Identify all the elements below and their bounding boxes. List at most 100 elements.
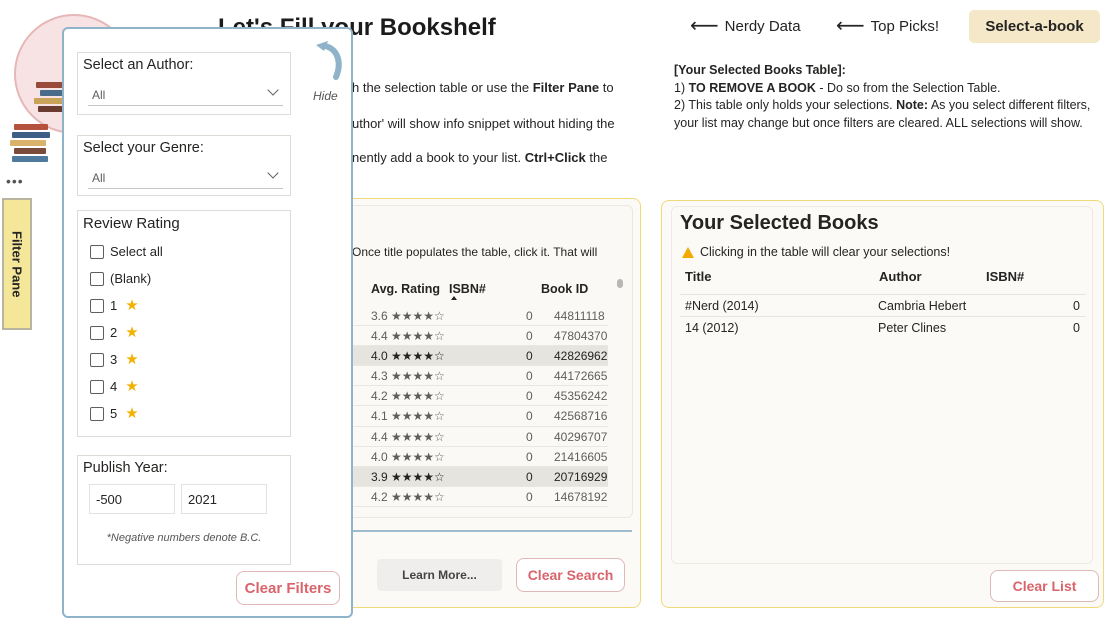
cell-isbn: 0	[526, 469, 533, 484]
author-dropdown[interactable]: All	[88, 82, 283, 106]
chevron-down-icon	[267, 84, 279, 96]
arrow-left-icon: ⟵	[690, 15, 719, 37]
rating-option-4[interactable]: 4 ★	[90, 379, 139, 394]
table-row[interactable]: 4.1 ★★★★☆ 0 42568716	[350, 406, 608, 427]
cell-book-id: 44172665	[554, 369, 608, 384]
cell-isbn: 0	[526, 329, 533, 344]
hide-label[interactable]: Hide	[313, 89, 338, 103]
year-min-input[interactable]: -500	[89, 484, 175, 514]
filter-pane-tab[interactable]: Filter Pane	[2, 198, 32, 330]
selection-hint: Once title populates the table, click it…	[352, 245, 598, 259]
column-header-isbn[interactable]: ISBN#	[986, 269, 1024, 284]
table-row[interactable]: 4.2 ★★★★☆ 0 45356242	[350, 386, 608, 407]
checkbox[interactable]	[90, 352, 104, 367]
cell-isbn: 0	[526, 449, 533, 464]
table-row[interactable]: 3.6 ★★★★☆ 0 44811118	[350, 306, 608, 327]
cell-book-id: 20716929	[554, 469, 608, 484]
cell-rating: 4.0 ★★★★☆	[371, 349, 445, 364]
column-header-rating[interactable]: Avg. Rating	[371, 282, 440, 296]
year-note: *Negative numbers denote B.C.	[106, 532, 262, 544]
learn-more-button[interactable]: Learn More...	[377, 559, 502, 591]
table-row[interactable]: 4.4 ★★★★☆ 0 40296707	[350, 427, 608, 447]
cell-rating: 4.3 ★★★★☆	[371, 369, 445, 384]
column-header-book-id[interactable]: Book ID	[541, 282, 588, 296]
select-a-book-button[interactable]: Select-a-book	[969, 10, 1100, 43]
more-options-icon[interactable]: •••	[6, 173, 24, 189]
nav-top-picks[interactable]: ⟵ Top Picks!	[836, 15, 940, 37]
table-row[interactable]: 4.0 ★★★★☆ 0 42826962	[350, 346, 608, 367]
sort-ascending-icon	[451, 296, 457, 300]
clear-search-button[interactable]: Clear Search	[516, 558, 625, 592]
checkbox[interactable]	[90, 325, 104, 340]
intro-line-3: nently add a book to your list. Ctrl+Cli…	[352, 150, 608, 165]
review-rating-filter: Review Rating Select all (Blank) 1 ★ 2 ★ 3…	[77, 210, 291, 437]
cell-rating: 4.1 ★★★★☆	[371, 409, 445, 424]
publish-year-title: Publish Year:	[83, 460, 168, 476]
table-row[interactable]: 4.2 ★★★★☆ 0 14678192	[350, 487, 608, 507]
cell-book-id: 21416605	[554, 449, 608, 464]
cell-isbn: 0	[526, 489, 533, 504]
genre-filter-title: Select your Genre:	[83, 140, 204, 156]
checkbox[interactable]	[90, 406, 104, 421]
selection-table-rows: 3.6 ★★★★☆ 0 44811118 4.4 ★★★★☆ 0 47804370 4.0 …	[350, 306, 608, 507]
warning-icon	[682, 246, 694, 258]
clear-list-button[interactable]: Clear List	[990, 570, 1099, 602]
star-icon: ★	[125, 323, 139, 341]
arrow-left-icon: ⟵	[836, 15, 865, 37]
publish-year-filter: Publish Year: -500 2021 *Negative number…	[77, 455, 291, 565]
star-icon: ★	[125, 377, 139, 395]
rating-option-5[interactable]: 5 ★	[90, 406, 139, 421]
cell-isbn: 0	[526, 409, 533, 424]
table-row[interactable]: 14 (2012) Peter Clines 0	[680, 316, 1086, 338]
checkbox[interactable]	[90, 298, 104, 313]
rating-option-3[interactable]: 3 ★	[90, 352, 139, 367]
intro-line-2: uthor' will show info snippet without hi…	[352, 116, 615, 131]
cell-book-id: 14678192	[554, 489, 608, 504]
selected-books-instructions: [Your Selected Books Table]: 1) TO REMOV…	[674, 63, 1091, 130]
cell-rating: 3.9 ★★★★☆	[371, 469, 445, 484]
checkbox[interactable]	[90, 271, 104, 286]
author-filter-title: Select an Author:	[83, 57, 194, 73]
cell-book-id: 44811118	[554, 309, 605, 323]
clear-filters-button[interactable]: Clear Filters	[236, 571, 340, 605]
author-filter: Select an Author: All	[77, 52, 291, 115]
genre-dropdown[interactable]: All	[88, 165, 283, 189]
cell-isbn: 0	[526, 389, 533, 404]
intro-line-1: h the selection table or use the Filter …	[352, 80, 614, 95]
cell-book-id: 42568716	[554, 409, 608, 424]
column-header-title[interactable]: Title	[685, 269, 712, 284]
checkbox[interactable]	[90, 379, 104, 394]
nav-label: Top Picks!	[870, 17, 940, 35]
rating-option-select-all[interactable]: Select all	[90, 244, 163, 259]
star-icon: ★	[125, 296, 139, 314]
divider	[350, 530, 632, 532]
selected-books-table	[671, 206, 1093, 564]
genre-filter: Select your Genre: All	[77, 135, 291, 196]
year-max-input[interactable]: 2021	[181, 484, 267, 514]
table-row[interactable]: 4.0 ★★★★☆ 0 21416605	[350, 447, 608, 467]
rating-option-2[interactable]: 2 ★	[90, 325, 139, 340]
cell-book-id: 40296707	[554, 429, 608, 444]
checkbox[interactable]	[90, 244, 104, 259]
cell-isbn: 0	[526, 309, 533, 323]
cell-rating: 4.4 ★★★★☆	[371, 329, 445, 344]
nav-nerdy-data[interactable]: ⟵ Nerdy Data	[690, 15, 801, 37]
cell-rating: 3.6 ★★★★☆	[371, 309, 445, 323]
rating-option-1[interactable]: 1 ★	[90, 298, 139, 313]
cell-isbn: 0	[526, 349, 533, 364]
review-rating-title: Review Rating	[83, 215, 180, 232]
table-row[interactable]: 3.9 ★★★★☆ 0 20716929	[350, 466, 608, 487]
cell-book-id: 47804370	[554, 329, 608, 344]
star-icon: ★	[125, 404, 139, 422]
table-row[interactable]: 4.4 ★★★★☆ 0 47804370	[350, 326, 608, 347]
selection-warning: Clicking in the table will clear your se…	[682, 245, 950, 259]
hide-arrow-icon[interactable]	[310, 37, 344, 87]
table-row[interactable]: 4.3 ★★★★☆ 0 44172665	[350, 366, 608, 387]
table-row[interactable]: #Nerd (2014) Cambria Hebert 0	[680, 294, 1086, 316]
table-scrollbar[interactable]	[617, 279, 623, 288]
column-header-author[interactable]: Author	[879, 269, 922, 284]
column-header-isbn[interactable]: ISBN#	[449, 282, 486, 296]
cell-rating: 4.2 ★★★★☆	[371, 489, 445, 504]
rating-option-blank[interactable]: (Blank)	[90, 271, 151, 286]
nav-label: Nerdy Data	[724, 17, 801, 35]
